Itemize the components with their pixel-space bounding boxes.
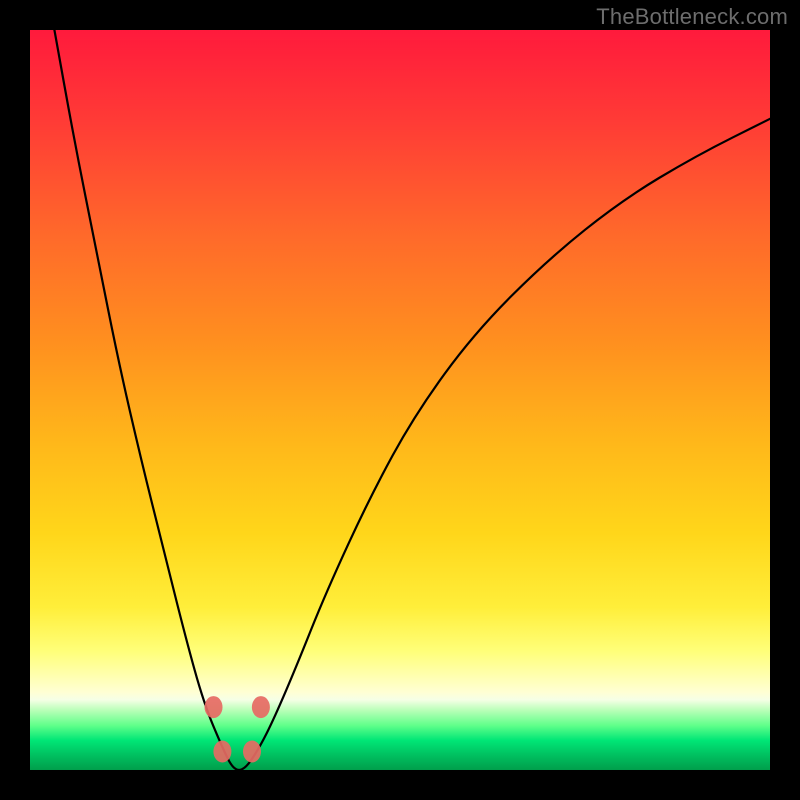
curve-marker (243, 741, 261, 763)
plot-area (30, 30, 770, 770)
watermark-label: TheBottleneck.com (596, 4, 788, 30)
chart-frame: TheBottleneck.com (0, 0, 800, 800)
curve-marker (213, 741, 231, 763)
curve-layer (30, 30, 770, 770)
bottleneck-curve (54, 30, 770, 770)
curve-marker (205, 696, 223, 718)
curve-marker (252, 696, 270, 718)
